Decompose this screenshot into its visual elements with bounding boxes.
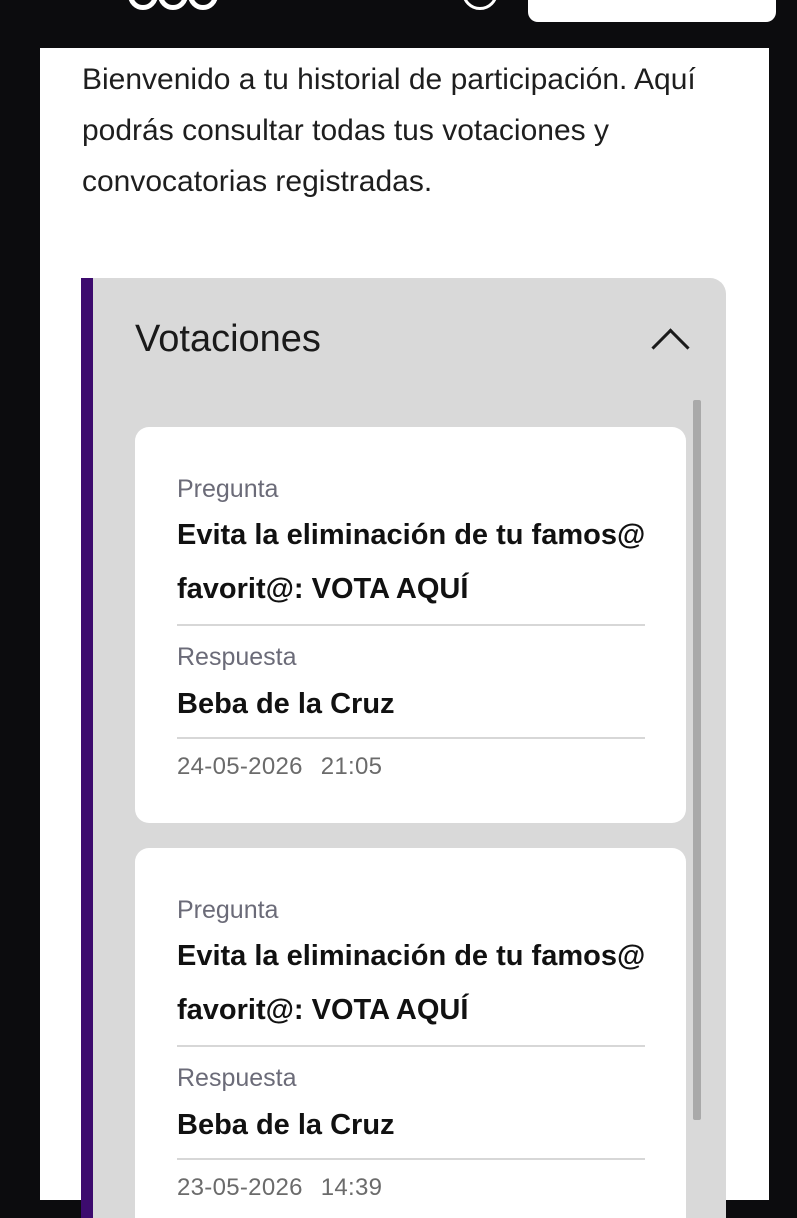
accordion-header[interactable]: Votaciones bbox=[93, 278, 726, 398]
vote-timestamp: 24-05-2026 21:05 bbox=[177, 753, 382, 781]
question-label: Pregunta bbox=[177, 475, 279, 503]
vote-date: 23-05-2026 bbox=[177, 1174, 303, 1201]
scrollbar[interactable] bbox=[693, 400, 701, 1120]
vote-card: Pregunta Evita la eliminación de tu famo… bbox=[135, 848, 686, 1218]
chevron-up-icon[interactable] bbox=[651, 328, 690, 367]
answer-text: Beba de la Cruz bbox=[177, 688, 395, 720]
user-icon[interactable] bbox=[462, 0, 498, 10]
question-text: Evita la eliminación de tu famos@ favori… bbox=[177, 940, 646, 1026]
vote-date: 24-05-2026 bbox=[177, 753, 303, 780]
divider bbox=[177, 1158, 645, 1160]
question-text: Evita la eliminación de tu famos@ favori… bbox=[177, 519, 646, 605]
vote-time: 14:39 bbox=[320, 1174, 383, 1201]
top-bar bbox=[0, 0, 797, 48]
logo[interactable] bbox=[128, 0, 224, 16]
vote-time: 21:05 bbox=[320, 753, 383, 780]
answer-text: Beba de la Cruz bbox=[177, 1109, 395, 1141]
logo-mark bbox=[158, 0, 188, 10]
intro-text: Bienvenido a tu historial de participaci… bbox=[82, 63, 696, 198]
logo-mark bbox=[128, 0, 158, 10]
content-panel: Bienvenido a tu historial de participaci… bbox=[40, 48, 769, 1218]
answer-label: Respuesta bbox=[177, 643, 297, 671]
accordion-title: Votaciones bbox=[135, 318, 321, 360]
header-button[interactable] bbox=[528, 0, 776, 22]
divider bbox=[177, 624, 645, 626]
vote-card: Pregunta Evita la eliminación de tu famo… bbox=[135, 427, 686, 823]
divider bbox=[177, 1045, 645, 1047]
question-label: Pregunta bbox=[177, 896, 279, 924]
vote-timestamp: 23-05-2026 14:39 bbox=[177, 1174, 382, 1202]
answer-label: Respuesta bbox=[177, 1064, 297, 1092]
logo-mark bbox=[188, 0, 218, 10]
votes-accordion: Votaciones Pregunta Evita la eliminación… bbox=[81, 278, 726, 1218]
divider bbox=[177, 737, 645, 739]
